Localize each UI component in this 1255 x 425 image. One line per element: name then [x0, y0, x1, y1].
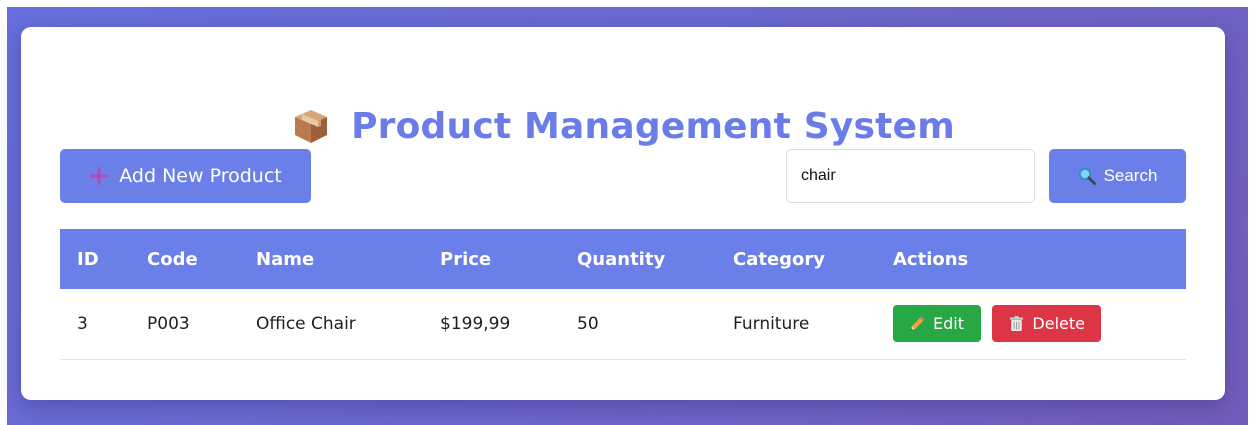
- column-header-name: Name: [256, 248, 315, 270]
- page-title: Product Management System: [351, 105, 955, 147]
- search-input[interactable]: [786, 149, 1035, 203]
- table-row: 3 P003 Office Chair $199,99 50 Furniture: [60, 289, 1186, 359]
- column-header-category: Category: [733, 248, 826, 270]
- package-box-icon: [291, 106, 331, 146]
- cell-id: 3: [77, 313, 88, 334]
- plus-icon: [89, 166, 109, 186]
- edit-button[interactable]: Edit: [893, 305, 981, 343]
- page-header: Product Management System: [21, 99, 1225, 153]
- cell-name: Office Chair: [256, 313, 356, 334]
- search-button[interactable]: Search: [1049, 149, 1186, 203]
- column-header-quantity: Quantity: [577, 248, 666, 270]
- cell-quantity: 50: [577, 313, 599, 334]
- column-header-price: Price: [440, 248, 492, 270]
- delete-button[interactable]: Delete: [992, 305, 1102, 343]
- column-header-id: ID: [77, 248, 99, 270]
- add-product-label: Add New Product: [119, 165, 282, 187]
- magnifier-icon: [1078, 167, 1096, 185]
- edit-label: Edit: [933, 314, 964, 334]
- column-header-code: Code: [147, 248, 198, 270]
- table-header-row: ID Code Name Price Quantity Category Act…: [60, 229, 1186, 289]
- add-product-button[interactable]: Add New Product: [60, 149, 311, 203]
- trash-icon: [1008, 315, 1025, 332]
- cell-actions: Edit Delete: [893, 289, 1186, 359]
- cell-code: P003: [147, 313, 190, 334]
- products-table: ID Code Name Price Quantity Category Act…: [60, 229, 1186, 360]
- search-label: Search: [1103, 166, 1158, 185]
- cell-category: Furniture: [733, 313, 810, 334]
- delete-label: Delete: [1032, 314, 1085, 334]
- main-card: Product Management System Add New Produc…: [21, 27, 1225, 400]
- column-header-actions: Actions: [893, 248, 969, 270]
- cell-price: $199,99: [440, 313, 511, 334]
- pencil-icon: [909, 315, 926, 332]
